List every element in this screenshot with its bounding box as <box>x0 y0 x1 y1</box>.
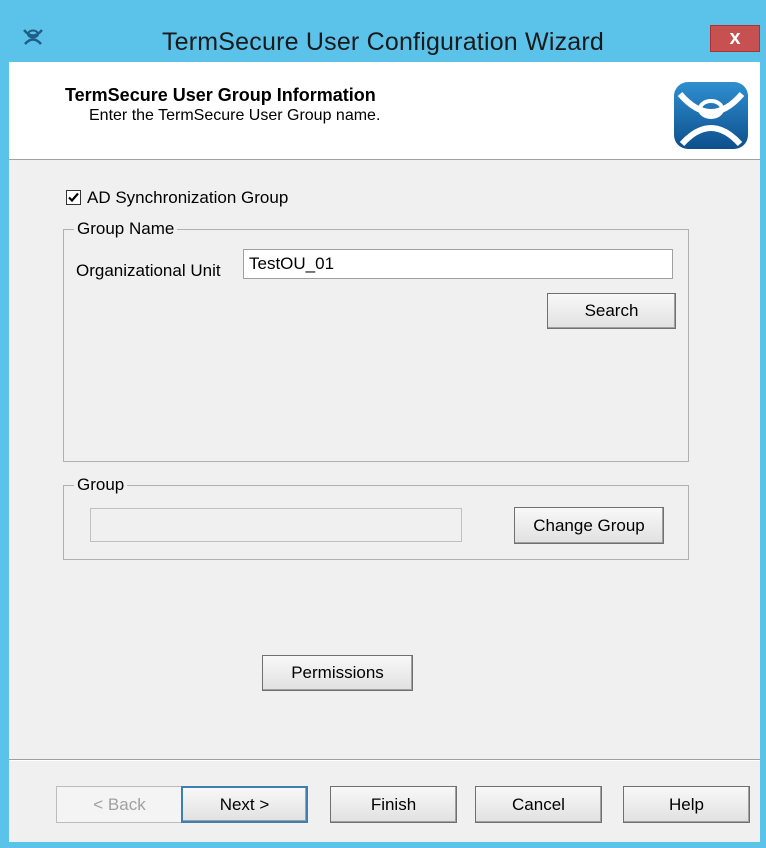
back-button: < Back <box>56 786 183 823</box>
ad-sync-checkbox-row[interactable]: AD Synchronization Group <box>66 188 288 210</box>
help-button[interactable]: Help <box>623 786 750 823</box>
footer-separator <box>9 759 760 761</box>
cancel-button[interactable]: Cancel <box>475 786 602 823</box>
wizard-header: TermSecure User Group Information Enter … <box>9 62 760 160</box>
next-button[interactable]: Next > <box>181 786 308 823</box>
termsecure-app-icon <box>23 29 43 45</box>
group-field <box>90 508 462 542</box>
ad-sync-checkbox[interactable] <box>66 190 81 205</box>
permissions-button[interactable]: Permissions <box>262 655 413 691</box>
group-name-legend: Group Name <box>74 219 178 239</box>
group-legend: Group <box>74 475 128 495</box>
search-button[interactable]: Search <box>547 293 676 329</box>
page-title: TermSecure User Group Information <box>65 85 376 105</box>
termsecure-logo-icon <box>674 82 748 149</box>
wizard-client-area: TermSecure User Group Information Enter … <box>9 62 760 842</box>
wizard-window: TermSecure User Configuration Wizard x T… <box>0 0 766 848</box>
change-group-button[interactable]: Change Group <box>514 507 664 544</box>
title-bar[interactable]: TermSecure User Configuration Wizard x <box>0 0 766 62</box>
ad-sync-label: AD Synchronization Group <box>87 188 289 207</box>
organizational-unit-input[interactable] <box>243 249 673 279</box>
window-title: TermSecure User Configuration Wizard <box>161 28 605 56</box>
organizational-unit-label: Organizational Unit <box>76 261 221 280</box>
checkmark-icon <box>68 192 79 203</box>
close-button[interactable]: x <box>710 25 760 52</box>
page-subtitle: Enter the TermSecure User Group name. <box>89 107 381 124</box>
finish-button[interactable]: Finish <box>330 786 457 823</box>
